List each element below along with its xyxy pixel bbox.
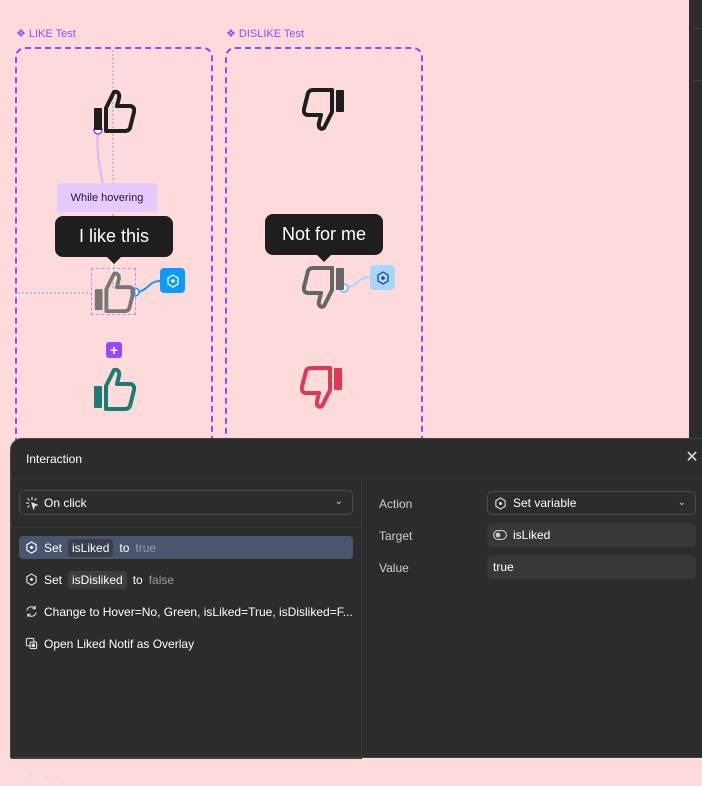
boolean-toggle-icon [493,530,507,540]
action-to: to [119,540,130,555]
chevron-down-icon: ⌄ [334,496,343,507]
click-trigger-icon [26,496,39,510]
component-set-icon: ❖ [16,28,26,40]
variable-icon [166,273,179,288]
dislike-frame-label[interactable]: ❖ DISLIKE Test [226,27,304,41]
change-to-icon [24,605,38,619]
interaction-actions-column: On click ⌄ Set isLiked to true Set isDis… [11,479,362,785]
variable-pill: isLiked [68,538,114,557]
set-variable-icon [24,541,38,555]
target-field[interactable]: isLiked [487,523,696,547]
chevron-down-icon: ⌄ [677,497,686,508]
action-row-set-isliked[interactable]: Set isLiked to true [19,536,353,559]
close-icon[interactable]: ✕ [685,450,699,466]
trigger-select[interactable]: On click ⌄ [19,490,353,515]
panel-title: Interaction [26,452,83,466]
thumbs-up-hover-icon[interactable] [92,270,136,314]
variable-pill: isDisliked [68,570,127,589]
like-frame-label[interactable]: ❖ LIKE Test [16,27,76,41]
thumbs-down-hover-icon[interactable] [302,266,346,312]
action-select-value: Set variable [513,496,577,510]
remove-action-button[interactable]: — [44,768,60,786]
interaction-node[interactable] [370,265,395,290]
target-value: isLiked [513,528,551,542]
action-text: Open Liked Notif as Overlay [44,636,195,651]
action-to: to [132,572,143,587]
action-row-set-isdisliked[interactable]: Set isDisliked to false [19,568,353,591]
thumbs-down-disliked-icon[interactable] [300,366,344,412]
action-select[interactable]: Set variable ⌄ [487,491,696,515]
action-verb: Set [44,540,63,555]
like-tooltip: I like this [55,216,173,264]
action-value: true [135,540,157,555]
variable-icon [376,270,389,285]
action-label: Action [379,497,413,511]
thumbs-up-liked-icon[interactable] [92,366,136,412]
action-value: false [148,572,175,587]
set-variable-icon [24,573,38,587]
action-verb: Set [44,572,63,587]
add-action-button[interactable]: + [25,768,34,786]
thumbs-down-icon[interactable] [302,88,346,134]
action-text: Change to Hover=No, Green, isLiked=True,… [44,604,353,619]
value-field[interactable]: true [487,555,696,579]
overlay-icon [24,637,38,651]
action-row-open-overlay[interactable]: Open Liked Notif as Overlay [19,632,353,655]
thumbs-up-icon[interactable] [92,88,136,134]
value-value: true [493,560,514,574]
action-row-change-to[interactable]: Change to Hover=No, Green, isLiked=True,… [19,600,353,623]
action-footer: + — [25,768,60,786]
trigger-label: On click [44,495,87,510]
while-hovering-chip[interactable]: While hovering [57,183,157,212]
interaction-panel: Interaction ✕ On click ⌄ Set isLiked to [10,438,702,785]
interaction-node-active[interactable] [160,268,185,293]
add-variant-button[interactable]: + [106,342,122,358]
panel-header: Interaction ✕ [11,439,702,479]
target-label: Target [379,529,413,543]
set-variable-icon [495,496,506,510]
value-label: Value [379,561,409,575]
component-set-icon: ❖ [226,28,236,40]
dislike-tooltip: Not for me [265,214,383,262]
